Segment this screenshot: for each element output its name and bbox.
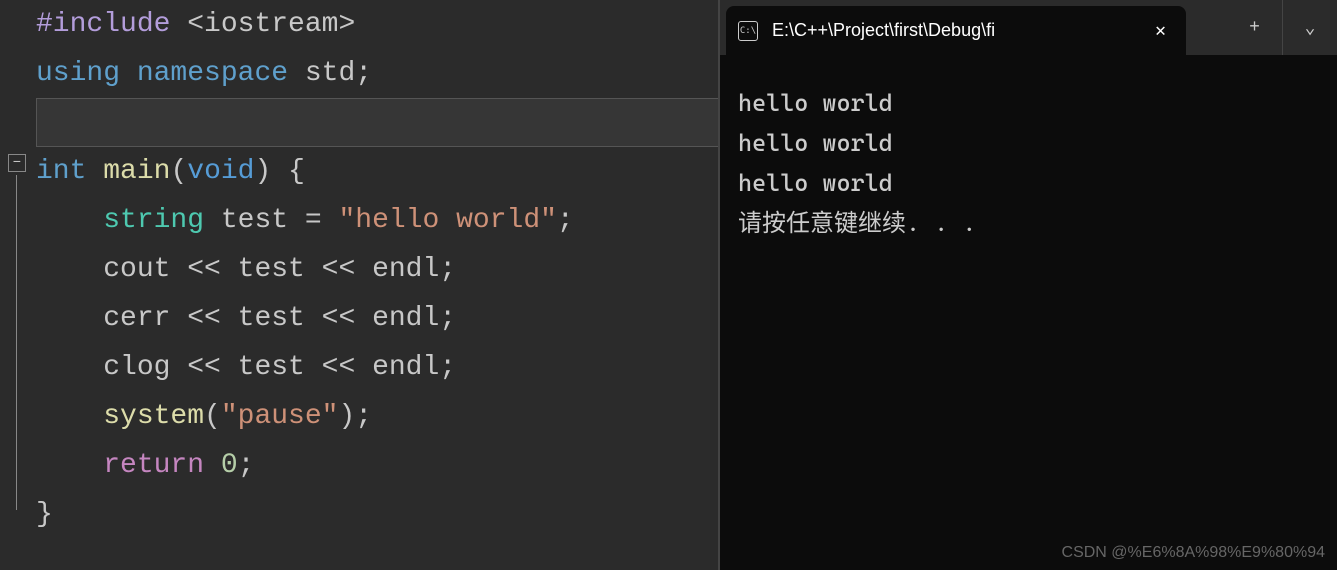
code-token — [120, 58, 137, 89]
code-line[interactable]: using namespace std; — [36, 49, 720, 98]
terminal-controls: + ⌄ — [1227, 0, 1337, 55]
code-token: endl — [372, 303, 439, 334]
code-token: cout — [36, 254, 170, 285]
code-line[interactable]: cerr << test << endl; — [36, 294, 720, 343]
terminal-icon: C:\ — [738, 21, 758, 41]
code-token: endl — [372, 254, 439, 285]
code-token — [86, 156, 103, 187]
code-token: ; — [557, 205, 574, 236]
code-token: test — [238, 352, 305, 383]
terminal-tab-title: E:\C++\Project\first\Debug\fi — [772, 20, 1133, 41]
code-token: < — [187, 9, 204, 40]
code-token: 0 — [221, 450, 238, 481]
code-line[interactable]: clog << test << endl; — [36, 343, 720, 392]
code-token: } — [36, 499, 53, 530]
fold-toggle[interactable]: − — [8, 154, 26, 172]
terminal-line: hello world — [738, 123, 1319, 163]
code-token: ; — [439, 303, 456, 334]
code-token — [204, 450, 221, 481]
code-token: using — [36, 58, 120, 89]
code-token: int — [36, 156, 86, 187]
code-token: << — [305, 303, 372, 334]
code-token — [271, 156, 288, 187]
code-token: ; — [439, 352, 456, 383]
fold-guide-line — [16, 175, 17, 510]
code-token: ( — [170, 156, 187, 187]
code-area[interactable]: #include <iostream>using namespace std;i… — [36, 0, 720, 570]
code-token: << — [305, 352, 372, 383]
code-line[interactable]: int main(void) { — [36, 147, 720, 196]
code-token: ; — [355, 401, 372, 432]
code-token — [288, 58, 305, 89]
tab-dropdown-button[interactable]: ⌄ — [1282, 0, 1337, 55]
code-token: iostream — [204, 9, 338, 40]
code-line[interactable]: #include <iostream> — [36, 0, 720, 49]
terminal-line: hello world — [738, 163, 1319, 203]
new-tab-button[interactable]: + — [1227, 0, 1282, 55]
code-token: { — [288, 156, 305, 187]
code-line[interactable]: } — [36, 490, 720, 539]
code-token: ) — [254, 156, 271, 187]
code-line[interactable]: system("pause"); — [36, 392, 720, 441]
code-token: test — [221, 205, 288, 236]
code-token: << — [170, 254, 237, 285]
code-token: namespace — [137, 58, 288, 89]
watermark: CSDN @%E6%8A%98%E9%80%94 — [1062, 544, 1325, 562]
code-token: ; — [355, 58, 372, 89]
code-line[interactable] — [36, 98, 720, 147]
code-line[interactable]: string test = "hello world"; — [36, 196, 720, 245]
terminal-line: 请按任意键继续. . . — [738, 203, 1319, 243]
code-line[interactable]: cout << test << endl; — [36, 245, 720, 294]
code-token: ( — [204, 401, 221, 432]
code-token: ; — [238, 450, 255, 481]
code-token: endl — [372, 352, 439, 383]
terminal-line: hello world — [738, 83, 1319, 123]
code-token: test — [238, 303, 305, 334]
code-token: << — [305, 254, 372, 285]
code-token: return — [36, 450, 204, 481]
code-token: ) — [338, 401, 355, 432]
code-line[interactable]: return 0; — [36, 441, 720, 490]
code-token: ; — [439, 254, 456, 285]
code-token: main — [103, 156, 170, 187]
code-token: "pause" — [221, 401, 339, 432]
code-token — [204, 205, 221, 236]
code-token: void — [187, 156, 254, 187]
terminal-tab[interactable]: C:\ E:\C++\Project\first\Debug\fi ✕ — [726, 6, 1186, 55]
code-token: = — [288, 205, 338, 236]
code-token: clog — [36, 352, 170, 383]
code-token: test — [238, 254, 305, 285]
editor-gutter: − — [0, 0, 36, 570]
code-editor-pane: − #include <iostream>using namespace std… — [0, 0, 720, 570]
code-token: cerr — [36, 303, 170, 334]
code-token: string — [36, 205, 204, 236]
code-token: #include — [36, 9, 170, 40]
code-token: << — [170, 303, 237, 334]
code-token: std — [305, 58, 355, 89]
terminal-titlebar: C:\ E:\C++\Project\first\Debug\fi ✕ + ⌄ — [720, 0, 1337, 55]
close-tab-button[interactable]: ✕ — [1147, 16, 1174, 46]
terminal-pane: C:\ E:\C++\Project\first\Debug\fi ✕ + ⌄ … — [720, 0, 1337, 570]
code-token: << — [170, 352, 237, 383]
code-token: "hello world" — [338, 205, 556, 236]
terminal-output[interactable]: hello worldhello worldhello world请按任意键继续… — [720, 55, 1337, 570]
code-token: system — [36, 401, 204, 432]
code-token: > — [338, 9, 355, 40]
code-token — [170, 9, 187, 40]
